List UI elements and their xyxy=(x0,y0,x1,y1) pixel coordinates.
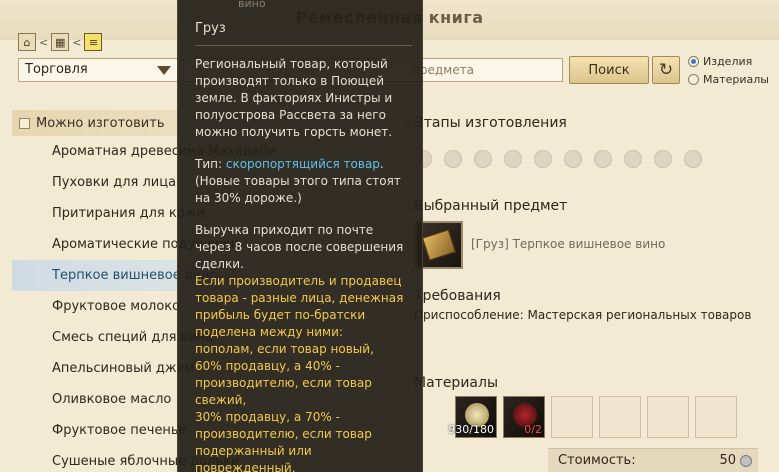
material-slot-empty xyxy=(551,396,593,438)
materials-title: Материалы xyxy=(414,375,498,391)
stage-dot xyxy=(564,150,582,168)
stage-dot xyxy=(624,150,642,168)
breadcrumb: ⌂ < ▦ < ≡ xyxy=(18,32,103,52)
tooltip-type-link[interactable]: скоропортящийся товар xyxy=(226,157,380,171)
tooltip-type-note: (Новые товары этого типа стоят на 30% до… xyxy=(195,174,401,205)
requirement-text: Приспособление: Мастерская региональных … xyxy=(414,308,752,322)
tooltip-title-fragment: вино xyxy=(238,0,266,10)
requirements-title: Требования xyxy=(414,288,501,304)
group-label: Можно изготовить xyxy=(36,115,165,131)
tooltip-split-line: пополам, если товар новый, xyxy=(195,342,374,356)
cost-label: Стоимость: xyxy=(558,453,636,468)
stages-track xyxy=(414,150,702,168)
tooltip-type: Тип: скоропортящийся товар. (Новые товар… xyxy=(195,156,412,207)
grid-icon[interactable]: ▦ xyxy=(51,33,70,51)
tooltip-type-prefix: Тип: xyxy=(195,157,226,171)
radio-checked-icon[interactable] xyxy=(688,55,699,67)
stages-title: Этапы изготовления xyxy=(414,115,567,131)
checkbox[interactable] xyxy=(19,117,30,129)
category-dropdown[interactable]: Торговля xyxy=(18,58,178,82)
stage-dot xyxy=(504,150,522,168)
material-slot[interactable]: 0/2 xyxy=(503,396,545,438)
tooltip-payout: Выручка приходит по почте через 8 часов … xyxy=(195,223,404,271)
tooltip-split-rules: Если производитель и продавец товара - р… xyxy=(195,273,412,472)
breadcrumb-separator: < xyxy=(39,35,49,49)
stage-dot xyxy=(684,150,702,168)
search-mode-radio-group: Изделия Материалы xyxy=(688,52,769,88)
stage-dot xyxy=(654,150,672,168)
radio-products-label: Изделия xyxy=(703,54,753,68)
stage-dot xyxy=(594,150,612,168)
tooltip-category: Груз xyxy=(195,21,226,36)
tooltip-description: Региональный товар, который производят т… xyxy=(195,57,393,139)
cost-value: 50 xyxy=(719,453,736,468)
material-slot[interactable]: 930/180 xyxy=(448,396,497,438)
category-selected-value: Торговля xyxy=(25,62,88,77)
material-count: 0/2 xyxy=(524,423,542,436)
cost-bar: Стоимость: 50 xyxy=(548,448,758,472)
radio-materials-label: Материалы xyxy=(703,72,769,86)
search-button[interactable]: Поиск xyxy=(569,56,649,84)
material-slot-empty xyxy=(647,396,689,438)
material-slot-empty xyxy=(599,396,641,438)
tooltip-split-line: 60% продавцу, а 40% - производителю, есл… xyxy=(195,359,372,407)
radio-products[interactable]: Изделия xyxy=(688,52,769,70)
stage-dot xyxy=(474,150,492,168)
tooltip-split-line: 30% продавцу, а 70% - производителю, есл… xyxy=(195,410,372,472)
labor-points-icon xyxy=(740,455,752,467)
chevron-down-icon[interactable] xyxy=(157,66,171,75)
stage-dot xyxy=(534,150,552,168)
list-icon[interactable]: ≡ xyxy=(84,33,103,51)
material-slot-empty xyxy=(695,396,737,438)
refresh-icon[interactable]: ↻ xyxy=(652,56,680,84)
material-count: 930/180 xyxy=(448,423,494,436)
selected-item-name[interactable]: [Груз] Терпкое вишневое вино xyxy=(471,237,665,251)
materials-slots: 930/180 0/2 xyxy=(448,396,737,438)
stage-dot xyxy=(444,150,462,168)
item-tooltip: вино Груз Региональный товар, который пр… xyxy=(177,0,423,472)
tooltip-split-line: Если производитель и продавец товара - р… xyxy=(195,274,404,339)
breadcrumb-separator: < xyxy=(72,35,82,49)
selected-item-title: Выбранный предмет xyxy=(414,198,568,214)
divider xyxy=(195,45,412,46)
radio-unchecked-icon[interactable] xyxy=(688,73,699,85)
home-icon[interactable]: ⌂ xyxy=(18,33,36,51)
tooltip-type-suffix: . xyxy=(379,157,384,171)
radio-materials[interactable]: Материалы xyxy=(688,70,769,88)
